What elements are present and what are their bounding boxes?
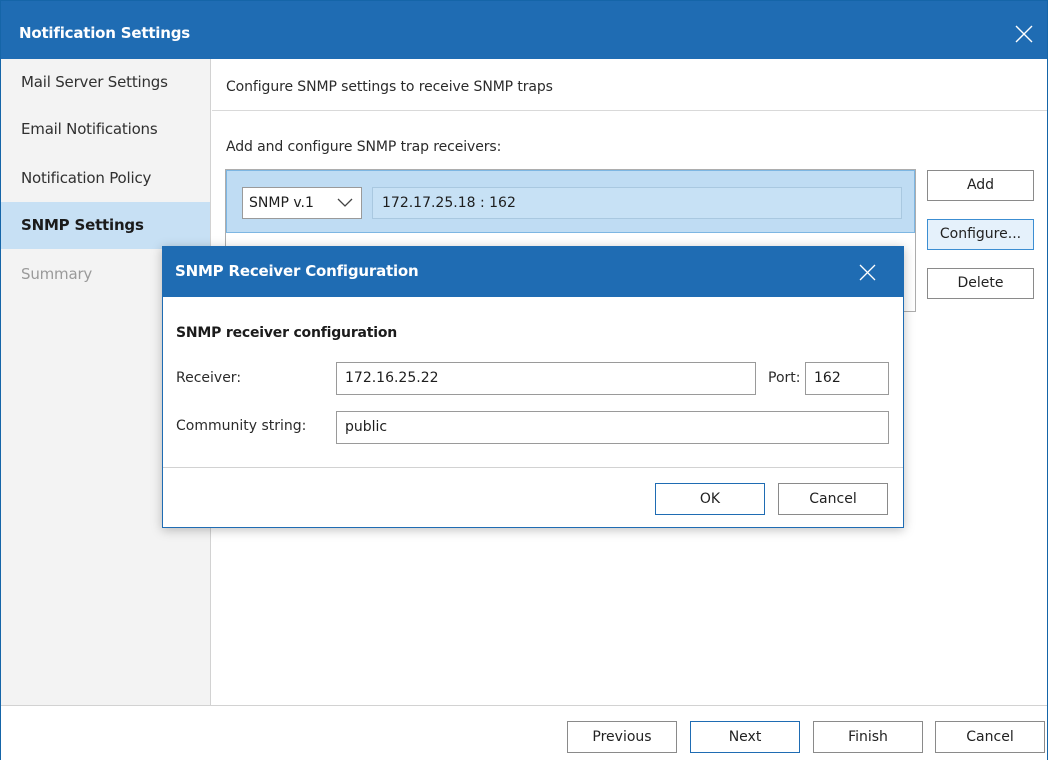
dialog-title: SNMP Receiver Configuration — [175, 262, 419, 280]
sidebar-item-mail-server-settings[interactable]: Mail Server Settings — [1, 59, 210, 106]
receiver-label: Receiver: — [176, 370, 242, 386]
list-item[interactable]: SNMP v.1 172.17.25.18 : 162 — [226, 170, 915, 233]
previous-button[interactable]: Previous — [567, 721, 677, 753]
sidebar-item-notification-policy[interactable]: Notification Policy — [1, 155, 210, 202]
port-input[interactable]: 162 — [805, 362, 889, 395]
port-input-value: 162 — [814, 370, 841, 386]
close-icon[interactable] — [859, 264, 876, 281]
configure-button[interactable]: Configure... — [927, 219, 1034, 250]
window-title: Notification Settings — [19, 24, 190, 42]
cancel-button[interactable]: Cancel — [935, 721, 1045, 753]
sidebar-item-email-notifications[interactable]: Email Notifications — [1, 106, 210, 153]
ok-button[interactable]: OK — [655, 483, 765, 515]
window-titlebar: Notification Settings — [1, 1, 1047, 59]
add-button[interactable]: Add — [927, 170, 1034, 201]
dialog-cancel-button[interactable]: Cancel — [778, 483, 888, 515]
page-description: Configure SNMP settings to receive SNMP … — [226, 79, 553, 95]
receiver-address-value: 172.17.25.18 : 162 — [382, 195, 516, 211]
page-header: Configure SNMP settings to receive SNMP … — [212, 59, 1047, 111]
dialog-divider — [163, 467, 903, 468]
port-label: Port: — [768, 370, 801, 386]
finish-button[interactable]: Finish — [813, 721, 923, 753]
sidebar-item-snmp-settings[interactable]: SNMP Settings — [1, 202, 210, 249]
snmp-version-select[interactable]: SNMP v.1 — [242, 187, 362, 219]
dialog-section-title: SNMP receiver configuration — [176, 325, 398, 341]
close-icon[interactable] — [1015, 25, 1033, 43]
next-button[interactable]: Next — [690, 721, 800, 753]
community-string-input[interactable]: public — [336, 411, 889, 444]
dialog-titlebar: SNMP Receiver Configuration — [163, 247, 903, 297]
receiver-address-field[interactable]: 172.17.25.18 : 162 — [372, 187, 902, 219]
receivers-label: Add and configure SNMP trap receivers: — [226, 139, 502, 155]
snmp-receiver-dialog: SNMP Receiver Configuration SNMP receive… — [162, 246, 904, 528]
community-string-label: Community string: — [176, 418, 307, 434]
wizard-footer: Previous Next Finish Cancel — [1, 705, 1047, 760]
community-string-value: public — [345, 419, 388, 435]
delete-button[interactable]: Delete — [927, 268, 1034, 299]
chevron-down-icon — [337, 198, 353, 207]
receiver-input[interactable]: 172.16.25.22 — [336, 362, 756, 395]
snmp-version-value: SNMP v.1 — [249, 195, 314, 211]
receiver-input-value: 172.16.25.22 — [345, 370, 439, 386]
